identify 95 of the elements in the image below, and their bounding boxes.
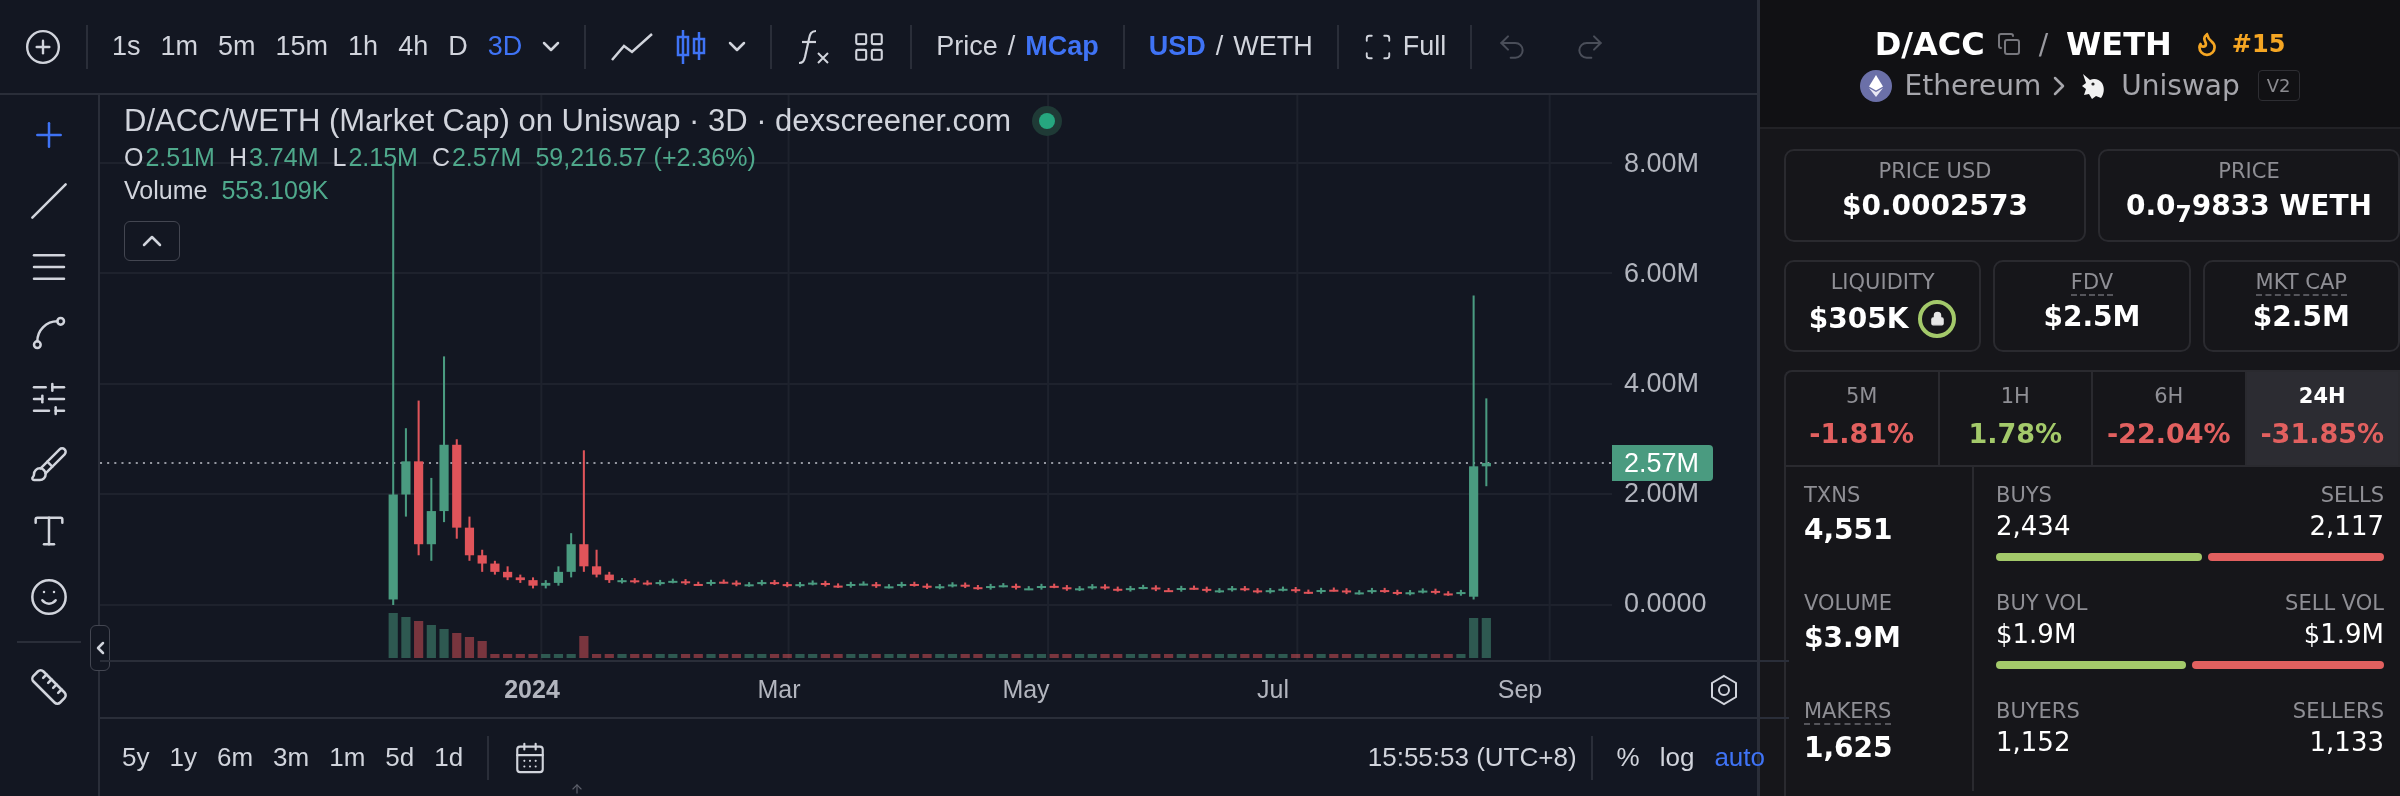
scale-option-button[interactable]: log: [1649, 738, 1705, 777]
card-label: LIQUIDITY: [1830, 269, 1935, 296]
version-badge: V2: [2257, 70, 2300, 101]
card-label: MKT CAP: [2255, 269, 2348, 296]
pair-divider: /: [2038, 27, 2049, 61]
period-tab[interactable]: 5M -1.81%: [1786, 371, 1940, 465]
period-tab[interactable]: 24H -31.85%: [2246, 371, 2400, 465]
chevron-down-icon: [728, 41, 747, 52]
ohlc-value: 2.15M: [348, 143, 418, 172]
chevron-left-icon: [95, 641, 105, 655]
chart-title: D/ACC/WETH (Market Cap) on Uniswap · 3D · dexscreener.com: [124, 103, 1012, 139]
chevron-right-icon: [2053, 75, 2066, 96]
sell-value: 1,133: [2309, 726, 2384, 757]
interval-button[interactable]: 3D: [477, 25, 533, 68]
range-button[interactable]: 5d: [375, 738, 425, 777]
trend-line-icon: [29, 181, 69, 221]
x-axis-label: Sep: [1496, 675, 1544, 704]
y-axis-label: 6.00M: [1623, 257, 1701, 289]
card-label: FDV: [2070, 269, 2114, 296]
volume-label: Volume: [124, 176, 208, 205]
card-label: PRICE: [2218, 159, 2280, 185]
y-axis-label: 0.0000: [1623, 587, 1708, 619]
ohlc-key: H: [228, 143, 247, 172]
chain-name[interactable]: Ethereum: [1904, 69, 2042, 102]
x-axis-label: Mar: [756, 675, 802, 704]
buy-value: 1,152: [1996, 726, 2071, 757]
interval-button[interactable]: 1s: [102, 25, 151, 68]
ohlc-key: O: [124, 143, 144, 172]
card-value: 0.0$_{7}$9833 WETH: [2125, 189, 2373, 228]
card-value: $2.5M: [2043, 299, 2141, 333]
range-button[interactable]: 6m: [206, 738, 264, 777]
sell-value: $1.9M: [2303, 618, 2384, 649]
ohlc-value: 3.74M: [249, 143, 319, 172]
card-value: $2.5M: [2252, 299, 2350, 333]
sell-label: SELLS: [2320, 482, 2384, 507]
range-button[interactable]: 5y: [112, 738, 160, 777]
buy-label: BUYERS: [1996, 698, 2080, 723]
y-axis-label: 4.00M: [1623, 367, 1701, 399]
trending-rank: #15: [2231, 30, 2286, 58]
dex-name[interactable]: Uniswap: [2121, 69, 2240, 102]
plus-circle-icon: [24, 27, 62, 66]
scale-option-button[interactable]: %: [1606, 738, 1650, 777]
interval-button[interactable]: 5m: [208, 25, 266, 68]
sell-label: SELLERS: [2292, 698, 2384, 723]
interval-button[interactable]: 1m: [150, 25, 209, 68]
stat-label: VOLUME: [1804, 590, 1892, 615]
buy-label: BUYS: [1996, 482, 2052, 507]
scale-option-button[interactable]: auto: [1704, 738, 1775, 777]
ethereum-icon: [1860, 69, 1893, 102]
stat-value: $3.9M: [1804, 620, 1901, 654]
base-symbol: D/ACC: [1874, 25, 1985, 63]
copy-icon[interactable]: [1996, 32, 2021, 56]
interval-button[interactable]: 4h: [388, 25, 439, 68]
interval-button[interactable]: 15m: [265, 25, 339, 68]
range-button[interactable]: 1d: [424, 738, 474, 777]
quote-symbol: WETH: [2066, 25, 2172, 63]
smiley-icon: [29, 577, 69, 617]
sell-label: SELL VOL: [2285, 590, 2384, 615]
currency-toggle[interactable]: USD / WETH: [1138, 25, 1323, 68]
buy-value: 2,434: [1996, 510, 2071, 541]
fullscreen-button[interactable]: Full: [1352, 25, 1457, 68]
card-value: $0.0002573: [1842, 189, 2028, 222]
collapse-toolbar-button[interactable]: [90, 625, 110, 671]
last-price-tag: 2.57M: [1612, 445, 1714, 481]
stat-value: 1,625: [1804, 730, 1893, 764]
buy-value: $1.9M: [1996, 618, 2077, 649]
stat-label: TXNS: [1804, 482, 1861, 507]
x-axis-label: May: [1001, 675, 1051, 704]
range-button[interactable]: 1y: [159, 738, 207, 777]
volume-value: 553.109K: [221, 176, 329, 205]
stat-label: MAKERS: [1804, 698, 1892, 725]
ohlc-value: 2.51M: [145, 143, 215, 172]
buy-label: BUY VOL: [1996, 590, 2088, 615]
x-axis-label: 2024: [503, 675, 561, 704]
interval-button[interactable]: D: [438, 25, 478, 68]
ruler-icon: [29, 667, 69, 707]
price-change: 59,216.57 (+2.36%): [535, 143, 756, 172]
period-tab[interactable]: 1H 1.78%: [1939, 371, 2093, 465]
interval-button[interactable]: 1h: [338, 25, 389, 68]
chevron-down-icon: [542, 41, 561, 52]
range-button[interactable]: 3m: [263, 738, 320, 777]
ohlc-key: L: [332, 143, 347, 172]
ohlc-key: C: [431, 143, 450, 172]
collapse-legend-button[interactable]: [124, 221, 180, 261]
stat-value: 4,551: [1804, 512, 1893, 546]
card-label: PRICE USD: [1878, 159, 1992, 185]
price-mcap-toggle[interactable]: Price / MCap: [926, 25, 1109, 68]
chevron-up-icon: [142, 235, 162, 247]
clock-time: 15:55:53 (UTC+8): [1367, 742, 1577, 773]
y-axis-label: 8.00M: [1623, 147, 1701, 179]
ohlc-value: 2.57M: [451, 143, 522, 172]
sell-value: 2,117: [2309, 510, 2384, 541]
x-axis-label: Jul: [1256, 675, 1290, 704]
card-value: $305K: [1808, 302, 1909, 336]
range-button[interactable]: 1m: [319, 738, 376, 777]
